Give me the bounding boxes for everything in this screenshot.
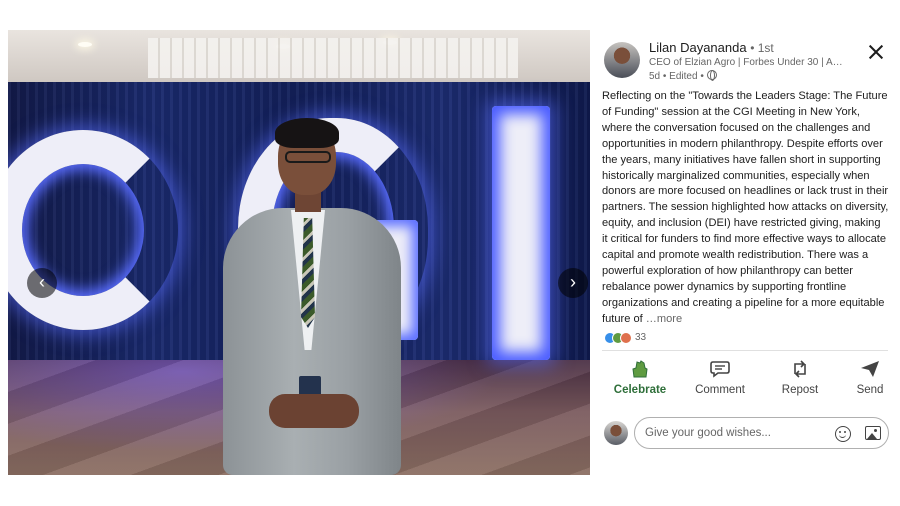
photo-person <box>213 118 413 475</box>
photo-window <box>148 38 518 78</box>
cgi-letter-i <box>492 106 550 360</box>
reaction-count[interactable]: 33 <box>635 332 646 344</box>
post-photo[interactable]: ‹ › <box>8 30 590 475</box>
viewer-avatar <box>604 421 628 445</box>
celebrate-icon <box>632 360 648 378</box>
comment-input[interactable] <box>645 418 825 448</box>
repost-icon <box>794 360 806 378</box>
close-button[interactable] <box>866 42 886 62</box>
comment-button[interactable]: Comment <box>686 360 754 400</box>
comment-composer <box>602 417 890 449</box>
image-icon[interactable] <box>865 426 881 440</box>
repost-button[interactable]: Repost <box>766 360 834 400</box>
author-headline: CEO of Elzian Agro | Forbes Under 30 | A… <box>649 57 849 68</box>
connection-degree: • 1st <box>750 41 774 55</box>
post-time-edited: 5d • Edited • <box>649 71 704 82</box>
celebrate-label: Celebrate <box>613 384 667 396</box>
post-body: Reflecting on the "Towards the Leaders S… <box>602 90 889 325</box>
post-details-panel: Lilan Dayananda • 1st CEO of Elzian Agro… <box>590 30 900 475</box>
emoji-icon[interactable] <box>835 426 851 442</box>
post-text: Reflecting on the "Towards the Leaders S… <box>602 89 889 328</box>
divider <box>602 350 888 351</box>
love-reaction-icon <box>620 332 632 344</box>
send-icon <box>861 361 879 377</box>
post-actions: Celebrate Comment Repost Send <box>602 360 888 400</box>
send-button[interactable]: Send <box>836 360 900 400</box>
author-name[interactable]: Lilan Dayananda <box>649 40 747 55</box>
globe-icon <box>706 70 717 81</box>
comment-icon <box>710 361 730 378</box>
author-avatar[interactable] <box>604 42 640 78</box>
see-more-link[interactable]: …more <box>646 313 682 325</box>
repost-label: Repost <box>781 384 819 396</box>
post-viewer-modal: ‹ › Lilan Dayananda • 1st CEO of Elzian … <box>0 0 900 506</box>
post-meta: 5d • Edited • <box>649 70 717 82</box>
next-image-button[interactable]: › <box>558 268 588 298</box>
comment-label: Comment <box>695 384 745 396</box>
send-label: Send <box>856 384 884 396</box>
comment-box[interactable] <box>634 417 889 449</box>
author-name-line[interactable]: Lilan Dayananda • 1st <box>649 40 774 55</box>
previous-image-button[interactable]: ‹ <box>27 268 57 298</box>
celebrate-button[interactable]: Celebrate <box>606 360 674 400</box>
